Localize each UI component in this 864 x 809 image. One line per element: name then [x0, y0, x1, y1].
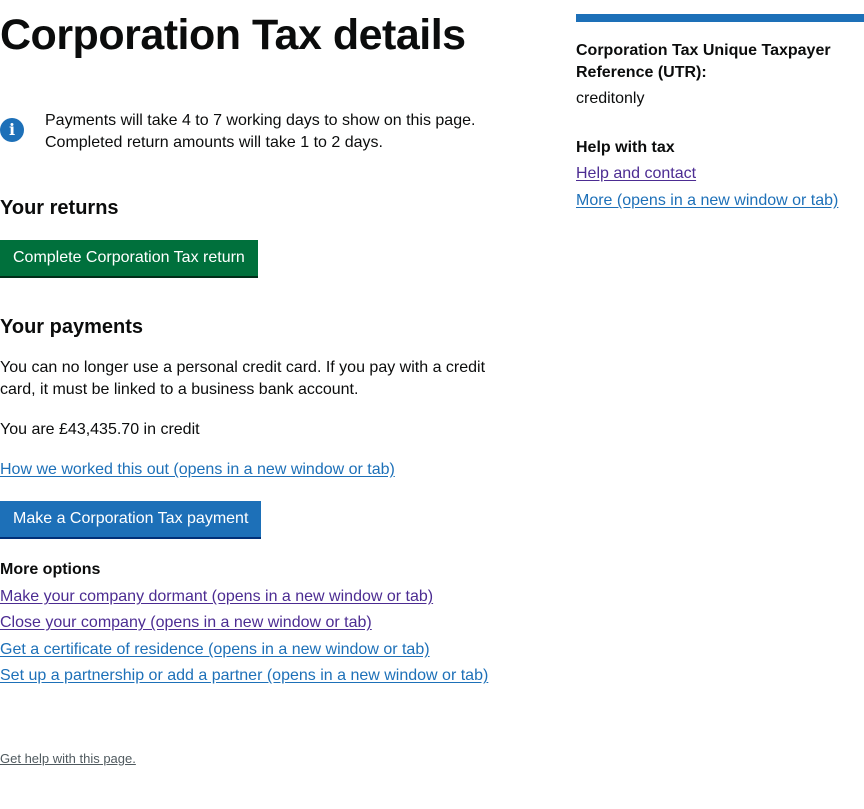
partnership-link[interactable]: Set up a partnership or add a partner (o… — [0, 665, 488, 687]
info-icon: i — [0, 118, 24, 142]
credit-card-notice: You can no longer use a personal credit … — [0, 359, 486, 398]
notice-line-1: Payments will take 4 to 7 working days t… — [45, 112, 476, 129]
utr-value: creditonly — [576, 90, 645, 107]
more-help-link[interactable]: More (opens in a new window or tab) — [576, 190, 838, 212]
sidebar: Corporation Tax Unique Taxpayer Referenc… — [576, 14, 864, 209]
your-payments-heading: Your payments — [0, 316, 143, 338]
make-payment-button[interactable]: Make a Corporation Tax payment — [0, 501, 262, 537]
help-with-tax-heading: Help with tax — [576, 139, 675, 156]
credit-status: You are £43,435.70 in credit — [0, 421, 200, 438]
help-and-contact-link[interactable]: Help and contact — [576, 163, 696, 185]
how-we-worked-this-out-link[interactable]: How we worked this out (opens in a new w… — [0, 459, 395, 481]
complete-return-button[interactable]: Complete Corporation Tax return — [0, 240, 258, 276]
get-help-link[interactable]: Get help with this page. — [0, 750, 136, 768]
your-returns-heading: Your returns — [0, 197, 119, 219]
notice-text: Payments will take 4 to 7 working days t… — [45, 110, 515, 154]
notice-line-2: Completed return amounts will take 1 to … — [45, 134, 383, 151]
more-options-heading: More options — [0, 561, 101, 578]
utr-title: Corporation Tax Unique Taxpayer Referenc… — [576, 42, 831, 81]
page: Corporation Tax details i Payments will … — [0, 0, 864, 809]
make-company-dormant-link[interactable]: Make your company dormant (opens in a ne… — [0, 586, 433, 608]
certificate-of-residence-link[interactable]: Get a certificate of residence (opens in… — [0, 639, 430, 661]
sidebar-accent-bar — [576, 14, 864, 22]
close-company-link[interactable]: Close your company (opens in a new windo… — [0, 612, 372, 634]
page-title: Corporation Tax details — [0, 11, 466, 59]
